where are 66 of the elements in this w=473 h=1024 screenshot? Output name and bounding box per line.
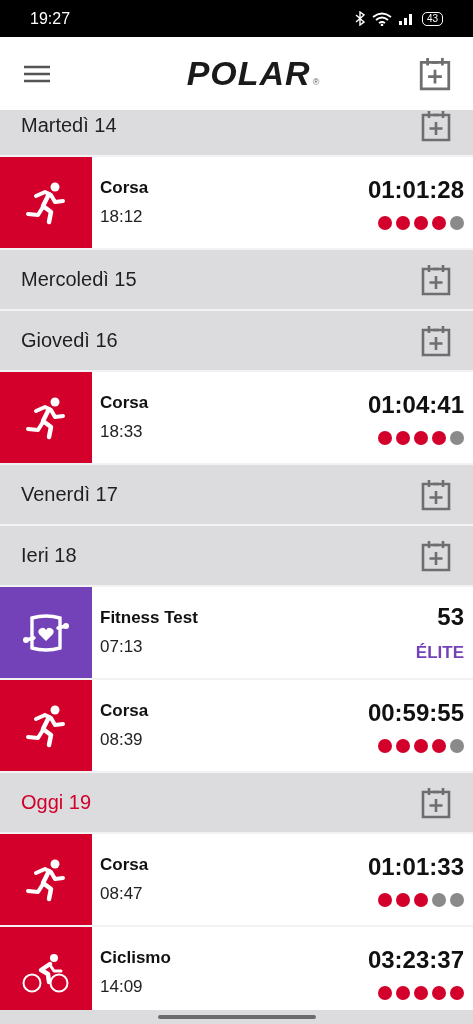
calendar-add-icon[interactable] <box>419 262 453 297</box>
cyclist-icon <box>21 952 71 993</box>
calendar-add-icon[interactable] <box>419 477 453 512</box>
heart-band-icon <box>22 611 70 654</box>
activity-name: Corsa <box>100 178 150 198</box>
intensity-dot <box>396 892 410 907</box>
activity-time: 18:33 <box>100 422 144 442</box>
intensity-dot <box>378 985 392 1000</box>
activity-time: 08:47 <box>100 884 144 904</box>
calendar-add-icon[interactable] <box>419 785 453 820</box>
intensity-dot <box>450 985 464 1000</box>
intensity-dot <box>432 738 446 753</box>
activity-name: Corsa <box>100 393 150 413</box>
calendar-add-icon[interactable] <box>417 55 453 92</box>
activity-value: 03:23:37 <box>367 945 464 974</box>
activity-value: 01:01:33 <box>367 852 464 881</box>
activity-name: Ciclismo <box>100 948 172 968</box>
intensity-dot <box>396 215 410 230</box>
fitness-rating: ÉLITE <box>415 642 464 663</box>
intensity-dot <box>378 215 392 230</box>
activity-value: 53 <box>437 602 464 631</box>
activity-value: 01:01:28 <box>367 175 464 204</box>
intensity-dot <box>396 985 410 1000</box>
battery-level: 43 <box>421 11 443 26</box>
activity-value: 00:59:55 <box>367 698 464 727</box>
intensity-dot <box>450 430 464 445</box>
intensity-dot <box>450 738 464 753</box>
wifi-icon <box>371 11 392 26</box>
intensity-dot <box>378 430 392 445</box>
signal-icon <box>398 12 415 25</box>
activity-time: 14:09 <box>100 977 144 997</box>
day-label: Giovedì 16 <box>21 329 118 352</box>
activity-time: 07:13 <box>100 637 144 657</box>
calendar-add-icon[interactable] <box>419 538 453 573</box>
activity-name: Corsa <box>100 701 150 721</box>
intensity-dot <box>432 430 446 445</box>
day-label: Ieri 18 <box>21 544 77 567</box>
intensity-dot <box>414 215 428 230</box>
intensity-dot <box>432 215 446 230</box>
intensity-dot <box>378 892 392 907</box>
bluetooth-icon <box>354 11 365 26</box>
activity-name: Corsa <box>100 855 150 875</box>
calendar-add-icon[interactable] <box>419 323 453 358</box>
intensity-dot <box>450 215 464 230</box>
intensity-dot <box>414 985 428 1000</box>
day-label: Mercoledì 15 <box>21 268 137 291</box>
activity-name: Fitness Test <box>100 608 199 628</box>
intensity-dot <box>396 430 410 445</box>
intensity-dot <box>414 892 428 907</box>
activity-time: 08:39 <box>100 730 144 750</box>
intensity-dot <box>378 738 392 753</box>
day-label: Oggi 19 <box>21 791 92 814</box>
intensity-dot <box>414 738 428 753</box>
activity-value: 01:04:41 <box>367 390 464 419</box>
intensity-dot <box>432 985 446 1000</box>
activity-time: 18:12 <box>100 207 144 227</box>
intensity-dot <box>396 738 410 753</box>
intensity-dot <box>414 430 428 445</box>
day-label: Martedì 14 <box>21 114 117 137</box>
polar-logo: POLAR® <box>186 54 321 93</box>
menu-icon[interactable] <box>24 64 50 83</box>
day-label: Venerdì 17 <box>21 483 118 506</box>
clock-time: 19:27 <box>30 9 71 28</box>
intensity-dot <box>432 892 446 907</box>
calendar-add-icon[interactable] <box>419 110 453 143</box>
intensity-dot <box>450 892 464 907</box>
